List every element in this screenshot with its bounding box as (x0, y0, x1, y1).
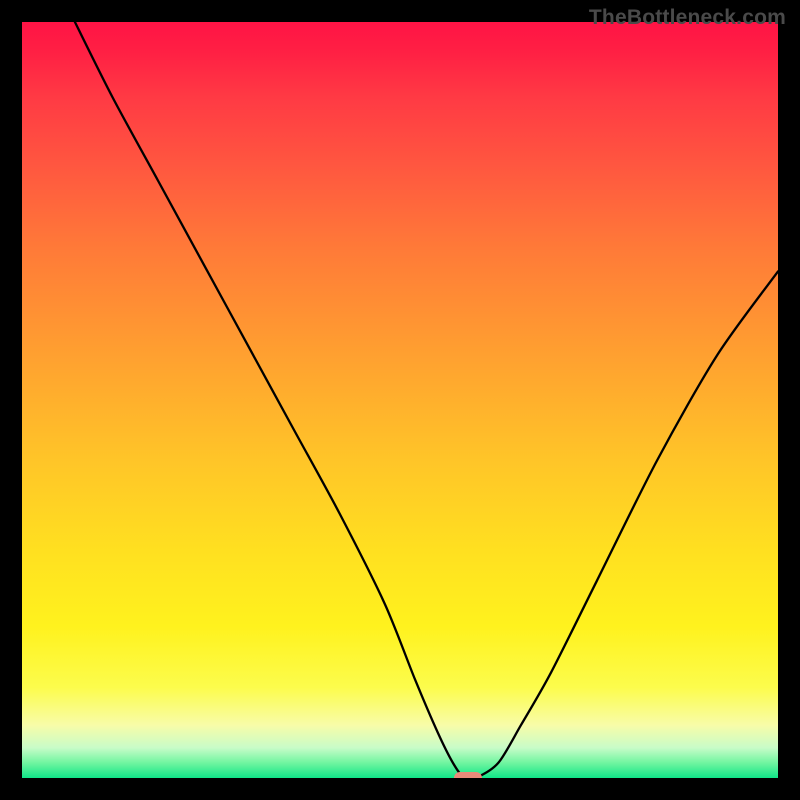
minimum-marker (454, 772, 483, 778)
bottleneck-curve (22, 22, 778, 778)
chart-frame: TheBottleneck.com (0, 0, 800, 800)
watermark-text: TheBottleneck.com (589, 6, 786, 30)
plot-area (22, 22, 778, 778)
